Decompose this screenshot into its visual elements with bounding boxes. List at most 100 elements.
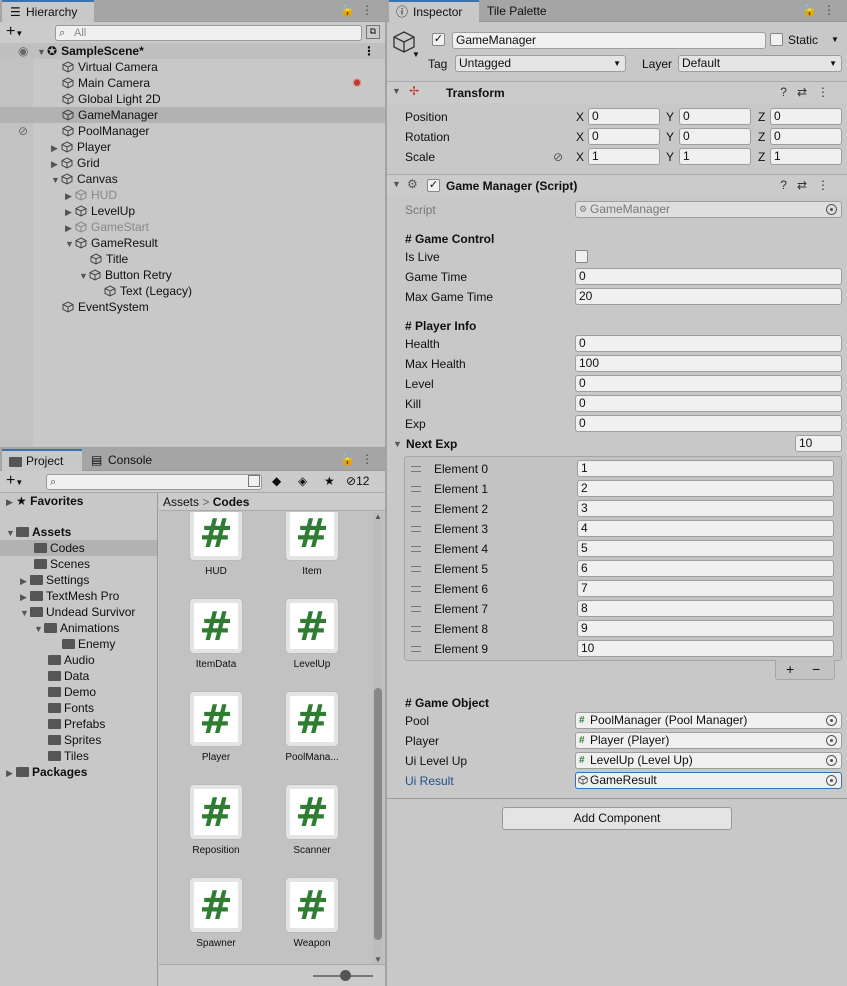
tag-dropdown[interactable]: Untagged ▼: [455, 55, 626, 72]
chevron-right-icon[interactable]: ▶: [65, 220, 75, 236]
drag-handle-icon[interactable]: [411, 506, 421, 512]
element-field[interactable]: 6: [577, 560, 834, 577]
chevron-right-icon[interactable]: ▶: [51, 140, 61, 156]
folder-item-selected[interactable]: Codes: [0, 540, 157, 556]
ui-result-reference-field[interactable]: GameResult: [575, 772, 842, 789]
chevron-down-icon[interactable]: ▼: [20, 605, 30, 621]
script-asset[interactable]: # PoolMana...: [267, 692, 357, 763]
icon-dropdown-arrow[interactable]: ▼: [412, 50, 420, 59]
exp-field[interactable]: 0: [575, 415, 842, 432]
level-field[interactable]: 0: [575, 375, 842, 392]
drag-handle-icon[interactable]: [411, 466, 421, 472]
hierarchy-item[interactable]: Global Light 2D: [0, 91, 385, 107]
drag-handle-icon[interactable]: [411, 546, 421, 552]
object-picker-icon[interactable]: [826, 775, 837, 786]
hierarchy-item[interactable]: ▶ HUD: [0, 187, 385, 203]
more-icon[interactable]: ⋮: [823, 3, 841, 17]
script-asset[interactable]: # HUD: [171, 512, 261, 577]
transform-header[interactable]: ▼ ✢ Transform ?⇄⋮: [387, 81, 847, 103]
x-axis-label[interactable]: X: [576, 130, 584, 144]
search-options-icon[interactable]: [248, 475, 260, 487]
chevron-down-icon[interactable]: ▼: [6, 525, 16, 541]
script-component-header[interactable]: ▼ ⚙ ✓ Game Manager (Script) ?⇄⋮: [387, 174, 847, 196]
folder-item[interactable]: ▼ Animations: [0, 620, 157, 636]
folder-item[interactable]: Enemy: [0, 636, 157, 652]
chevron-right-icon[interactable]: ▶: [20, 573, 30, 589]
more-icon[interactable]: ⋮: [361, 452, 379, 466]
folder-item[interactable]: Audio: [0, 652, 157, 668]
drag-handle-icon[interactable]: [411, 646, 421, 652]
chevron-down-icon[interactable]: ▼: [34, 621, 44, 637]
chevron-right-icon[interactable]: ▶: [6, 494, 16, 510]
script-asset[interactable]: # LevelUp: [267, 599, 357, 670]
drag-handle-icon[interactable]: [411, 626, 421, 632]
hierarchy-item[interactable]: ▼ GameResult: [0, 235, 385, 251]
lock-icon[interactable]: 🔓: [802, 3, 823, 17]
hierarchy-item[interactable]: Title: [0, 251, 385, 267]
scrollbar-thumb[interactable]: [374, 688, 382, 940]
chevron-down-icon[interactable]: ▼: [392, 179, 401, 189]
static-checkbox[interactable]: [770, 33, 783, 46]
script-asset[interactable]: # Scanner: [267, 785, 357, 856]
health-field[interactable]: 0: [575, 335, 842, 352]
rotation-z-field[interactable]: 0: [770, 128, 842, 145]
preset-icon[interactable]: ⇄: [797, 85, 817, 99]
chevron-down-icon[interactable]: ▼: [79, 268, 89, 284]
hierarchy-item[interactable]: ▶ LevelUp: [0, 203, 385, 219]
script-asset[interactable]: # ItemData: [171, 599, 261, 670]
script-asset[interactable]: # Reposition: [171, 785, 261, 856]
folder-item[interactable]: ▶ TextMesh Pro: [0, 588, 157, 604]
tab-hierarchy[interactable]: ☰ Hierarchy: [2, 0, 94, 22]
scroll-up-arrow[interactable]: ▲: [373, 512, 383, 521]
breadcrumb-codes[interactable]: Codes: [213, 495, 250, 509]
is-live-checkbox[interactable]: [575, 250, 588, 263]
tab-inspector[interactable]: ⓘ Inspector: [389, 0, 479, 22]
hierarchy-item[interactable]: Virtual Camera: [0, 59, 385, 75]
more-icon[interactable]: ⋮: [817, 85, 839, 99]
script-asset[interactable]: # Player: [171, 692, 261, 763]
chevron-right-icon[interactable]: ▶: [65, 204, 75, 220]
element-field[interactable]: 2: [577, 480, 834, 497]
max-health-field[interactable]: 100: [575, 355, 842, 372]
z-axis-label[interactable]: Z: [758, 130, 765, 144]
chevron-right-icon[interactable]: ▶: [65, 188, 75, 204]
packages-row[interactable]: ▶ Packages: [0, 764, 157, 780]
help-icon[interactable]: ?: [780, 178, 797, 192]
component-controls[interactable]: ?⇄⋮: [780, 85, 839, 99]
y-axis-label[interactable]: Y: [666, 130, 674, 144]
more-icon[interactable]: ⋮: [363, 43, 375, 59]
help-icon[interactable]: ?: [780, 85, 797, 99]
scene-row[interactable]: ◉ ▼✪ SampleScene* ⋮: [0, 43, 385, 59]
script-asset[interactable]: # Spawner: [171, 878, 261, 949]
scroll-down-arrow[interactable]: ▼: [373, 955, 383, 964]
folder-item[interactable]: ▼ Undead Survivor: [0, 604, 157, 620]
chevron-right-icon[interactable]: ▶: [6, 765, 16, 781]
hierarchy-item[interactable]: Text (Legacy): [0, 283, 385, 299]
element-field[interactable]: 9: [577, 620, 834, 637]
hierarchy-item[interactable]: ▼ Canvas: [0, 171, 385, 187]
filter-type-icon[interactable]: ◆: [272, 474, 281, 488]
chevron-down-icon[interactable]: ▼: [37, 44, 47, 60]
chevron-right-icon[interactable]: ▶: [51, 156, 61, 172]
search-options-icon[interactable]: ⧉: [366, 25, 380, 39]
position-y-field[interactable]: 0: [679, 108, 751, 125]
element-field[interactable]: 1: [577, 460, 834, 477]
z-axis-label[interactable]: Z: [758, 150, 765, 164]
zoom-slider-handle[interactable]: [340, 970, 351, 981]
folder-item[interactable]: Data: [0, 668, 157, 684]
lock-icon[interactable]: 🔓: [340, 452, 361, 466]
project-tab-controls[interactable]: 🔓⋮: [340, 452, 379, 466]
element-field[interactable]: 7: [577, 580, 834, 597]
more-icon[interactable]: ⋮: [817, 178, 839, 192]
next-exp-label[interactable]: Next Exp: [406, 437, 457, 451]
scale-y-field[interactable]: 1: [679, 148, 751, 165]
pool-reference-field[interactable]: # PoolManager (Pool Manager): [575, 712, 842, 729]
component-controls[interactable]: ?⇄⋮: [780, 178, 839, 192]
chevron-right-icon[interactable]: ▶: [20, 589, 30, 605]
gameobject-name-field[interactable]: GameManager: [452, 32, 766, 49]
scale-z-field[interactable]: 1: [770, 148, 842, 165]
script-reference-field[interactable]: ⚙ GameManager: [575, 201, 842, 218]
drag-handle-icon[interactable]: [411, 486, 421, 492]
chevron-down-icon[interactable]: ▼: [392, 86, 401, 96]
x-axis-label[interactable]: X: [576, 110, 584, 124]
